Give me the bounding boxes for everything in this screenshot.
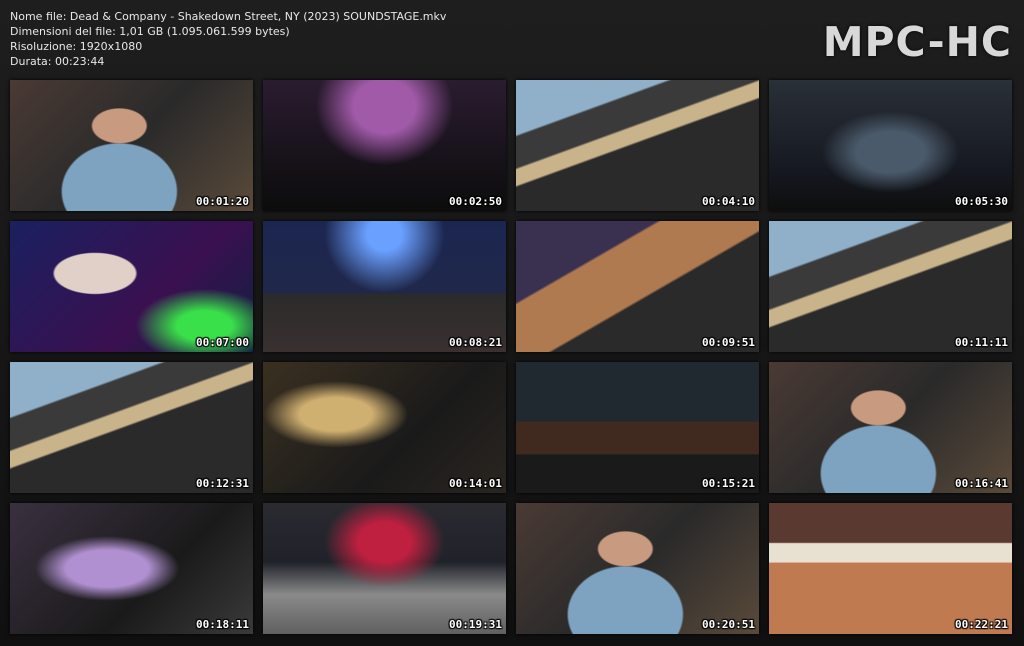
video-frame-image	[10, 221, 253, 352]
timestamp-label: 00:08:21	[449, 336, 502, 349]
video-frame-image	[263, 221, 506, 352]
timestamp-label: 00:22:21	[955, 618, 1008, 631]
video-frame-image	[263, 362, 506, 493]
video-frame-image	[769, 80, 1012, 211]
timestamp-label: 00:14:01	[449, 477, 502, 490]
timestamp-label: 00:01:20	[196, 195, 249, 208]
thumbnail-frame: 00:02:50	[263, 80, 506, 211]
video-frame-image	[10, 503, 253, 634]
timestamp-label: 00:15:21	[702, 477, 755, 490]
thumbnail-frame: 00:14:01	[263, 362, 506, 493]
timestamp-label: 00:16:41	[955, 477, 1008, 490]
timestamp-label: 00:05:30	[955, 195, 1008, 208]
timestamp-label: 00:09:51	[702, 336, 755, 349]
video-frame-image	[769, 362, 1012, 493]
video-frame-image	[10, 362, 253, 493]
file-info: Nome file: Dead & Company - Shakedown St…	[10, 9, 446, 69]
file-name: Nome file: Dead & Company - Shakedown St…	[10, 10, 447, 23]
timestamp-label: 00:12:31	[196, 477, 249, 490]
thumbnail-frame: 00:04:10	[516, 80, 759, 211]
thumbnail-frame: 00:16:41	[769, 362, 1012, 493]
file-size: Dimensioni del file: 1,01 GB (1.095.061.…	[10, 25, 290, 38]
timestamp-label: 00:04:10	[702, 195, 755, 208]
thumbnail-frame: 00:11:11	[769, 221, 1012, 352]
thumbnail-frame: 00:01:20	[10, 80, 253, 211]
thumbnail-frame: 00:20:51	[516, 503, 759, 634]
thumbnail-frame: 00:15:21	[516, 362, 759, 493]
thumbnail-frame: 00:12:31	[10, 362, 253, 493]
timestamp-label: 00:02:50	[449, 195, 502, 208]
video-frame-image	[263, 503, 506, 634]
video-frame-image	[769, 221, 1012, 352]
timestamp-label: 00:11:11	[955, 336, 1008, 349]
video-frame-image	[516, 80, 759, 211]
video-frame-image	[516, 221, 759, 352]
video-frame-image	[769, 503, 1012, 634]
file-duration: Durata: 00:23:44	[10, 55, 105, 68]
thumbnail-frame: 00:07:00	[10, 221, 253, 352]
thumbnail-frame: 00:08:21	[263, 221, 506, 352]
timestamp-label: 00:20:51	[702, 618, 755, 631]
video-frame-image	[10, 80, 253, 211]
mpc-hc-logo: MPC-HC	[822, 18, 1012, 66]
file-resolution: Risoluzione: 1920x1080	[10, 40, 143, 53]
thumbnail-frame: 00:18:11	[10, 503, 253, 634]
video-frame-image	[263, 80, 506, 211]
thumbnail-frame: 00:09:51	[516, 221, 759, 352]
timestamp-label: 00:19:31	[449, 618, 502, 631]
thumbnail-grid: 00:01:20 00:02:50 00:04:10 00:05:30 00:07:00…	[10, 80, 1012, 634]
timestamp-label: 00:18:11	[196, 618, 249, 631]
timestamp-label: 00:07:00	[196, 336, 249, 349]
thumbnail-frame: 00:19:31	[263, 503, 506, 634]
video-frame-image	[516, 503, 759, 634]
thumbnail-frame: 00:22:21	[769, 503, 1012, 634]
thumbnail-frame: 00:05:30	[769, 80, 1012, 211]
video-frame-image	[516, 362, 759, 493]
